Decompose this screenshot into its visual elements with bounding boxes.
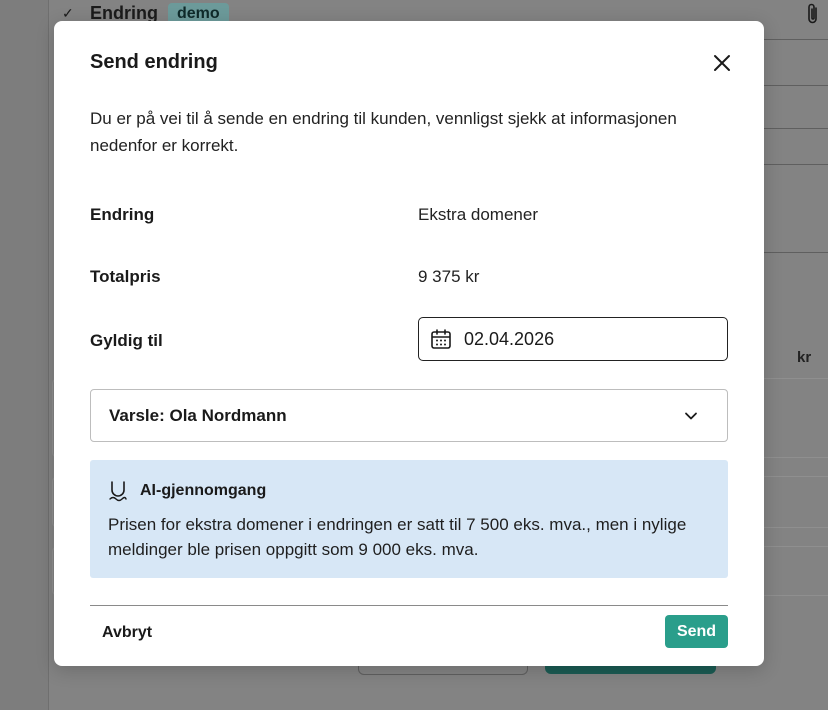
dialog-intro-text: Du er på vei til å sende en endring til … [90,109,677,155]
calendar-icon [431,329,451,349]
check-icon: ✓ [62,5,74,21]
ai-icon [109,481,127,502]
total-price-value: 9 375 kr [418,267,480,286]
close-icon[interactable] [710,51,734,75]
send-change-dialog: Send endring Du er på vei til å sende en… [54,21,764,666]
ai-review-text: Prisen for ekstra domener i endringen er… [108,515,687,559]
footer-divider [90,605,728,606]
background-divider [764,252,828,253]
change-value: Ekstra domener [418,205,538,224]
valid-until-date-field[interactable] [418,317,728,361]
valid-until-label: Gyldig til [90,331,163,350]
send-button[interactable]: Send [665,615,728,648]
dialog-title: Send endring [90,51,218,73]
paperclip-icon [808,3,817,24]
background-divider [764,128,828,129]
ai-review-panel: AI-gjennomgang Prisen for ekstra domener… [90,460,728,578]
background-currency: kr [797,349,812,366]
ai-review-header: AI-gjennomgang [108,480,266,502]
background-divider [764,39,828,40]
notify-recipient-value: Varsle: Ola Nordmann [109,405,287,425]
cancel-button[interactable]: Avbryt [102,621,152,645]
total-price-label: Totalpris [90,267,161,286]
background-divider [764,164,828,165]
change-label: Endring [90,205,155,224]
valid-until-input[interactable] [464,328,704,350]
background-divider [764,85,828,86]
notify-recipient-select[interactable]: Varsle: Ola Nordmann [90,389,728,442]
ai-review-title: AI-gjennomgang [140,482,267,499]
chevron-down-icon [685,412,697,419]
